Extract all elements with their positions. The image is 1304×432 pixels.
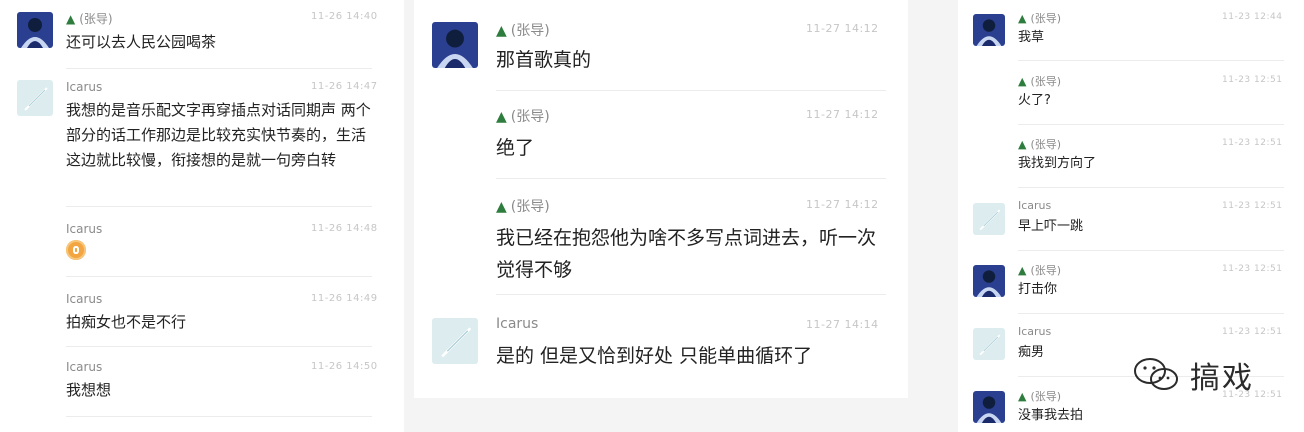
zhang-avatar[interactable] <box>973 14 1005 46</box>
message-time: 11-26 14:49 <box>311 293 378 304</box>
divider <box>496 294 886 295</box>
message-text: 绝了 <box>496 137 535 159</box>
divider <box>496 90 886 91</box>
message-text: 火了? <box>1018 93 1051 108</box>
divider <box>496 178 886 179</box>
pine-tree-icon: ▲ <box>496 23 507 39</box>
sender-name[interactable]: ▲ (张导) <box>1018 136 1061 152</box>
icarus-avatar[interactable] <box>432 318 478 364</box>
divider <box>1018 60 1284 61</box>
icarus-avatar[interactable] <box>973 328 1005 360</box>
message-text: 早上吓一跳 <box>1018 219 1084 234</box>
icarus-avatar[interactable] <box>973 203 1005 235</box>
divider <box>1018 250 1284 251</box>
message-text: 是的 但是又恰到好处 只能单曲循环了 <box>496 345 813 367</box>
message-time: 11-27 14:14 <box>806 318 879 331</box>
divider <box>66 206 372 207</box>
divider <box>1018 124 1284 125</box>
wechat-icon <box>1134 358 1178 390</box>
pine-tree-icon: ▲ <box>1018 264 1027 277</box>
pine-tree-icon: ▲ <box>1018 12 1027 25</box>
sender-name[interactable]: Icarus <box>66 80 102 94</box>
sender-name[interactable]: ▲ (张导) <box>1018 10 1061 26</box>
divider <box>1018 313 1284 314</box>
message-text: 没事我去拍 <box>1018 408 1084 423</box>
message-text: 打击你 <box>1018 282 1058 297</box>
pine-tree-icon: ▲ <box>1018 75 1027 88</box>
chat-panel-center: ▲ (张导) 11-27 14:12 那首歌真的 ▲ (张导) 11-27 14:1… <box>414 0 908 398</box>
zhang-avatar[interactable] <box>973 265 1005 297</box>
divider <box>66 68 372 69</box>
message-text: 还可以去人民公园喝茶 <box>66 33 217 51</box>
sender-name[interactable]: ▲ (张导) <box>496 196 550 216</box>
message-text: 我想的是音乐配文字再穿插点对话同期声 两个部分的话工作那边是比较充实快节奏的，生… <box>66 101 371 169</box>
zhang-avatar[interactable] <box>17 12 53 48</box>
message-text: 我想想 <box>66 381 112 399</box>
message-text: 我草 <box>1018 30 1045 45</box>
pine-tree-icon: ▲ <box>496 199 507 215</box>
chat-panel-left: ▲ (张导) 11-26 14:40 还可以去人民公园喝茶 Icarus 11-2… <box>0 0 404 432</box>
sender-name[interactable]: Icarus <box>66 292 102 306</box>
sender-name[interactable]: ▲ (张导) <box>1018 73 1061 89</box>
sender-name[interactable]: Icarus <box>66 222 102 236</box>
message-time: 11-23 12:51 <box>1222 138 1283 148</box>
message-time: 11-26 14:48 <box>311 223 378 234</box>
divider <box>1018 187 1284 188</box>
sender-name[interactable]: ▲ (张导) <box>66 10 113 27</box>
zhang-avatar[interactable] <box>432 22 478 68</box>
message-time: 11-23 12:51 <box>1222 327 1283 337</box>
sender-name[interactable]: Icarus <box>1018 199 1051 212</box>
sender-name[interactable]: Icarus <box>496 316 538 332</box>
watermark-text: 搞戏 <box>1190 361 1254 396</box>
divider <box>66 416 372 417</box>
message-time: 11-26 14:40 <box>311 11 378 22</box>
message-text: 我找到方向了 <box>1018 156 1097 171</box>
message-time: 11-26 14:50 <box>311 361 378 372</box>
message-text: 我已经在抱怨他为啥不多写点词进去，听一次觉得不够 <box>496 227 877 281</box>
message-text <box>66 240 372 268</box>
pine-tree-icon: ▲ <box>496 109 507 125</box>
message-time: 11-23 12:51 <box>1222 264 1283 274</box>
pine-tree-icon: ▲ <box>1018 138 1027 151</box>
message-text: 拍痴女也不是不行 <box>66 313 187 331</box>
icarus-avatar[interactable] <box>17 80 53 116</box>
emoji-sticker-icon <box>66 240 86 260</box>
sender-name[interactable]: Icarus <box>66 360 102 374</box>
pine-tree-icon: ▲ <box>1018 390 1027 403</box>
zhang-avatar[interactable] <box>973 391 1005 423</box>
sender-name[interactable]: ▲ (张导) <box>1018 262 1061 278</box>
divider <box>66 276 372 277</box>
message-time: 11-27 14:12 <box>806 22 879 35</box>
divider <box>66 346 372 347</box>
sender-name[interactable]: ▲ (张导) <box>1018 388 1061 404</box>
watermark: 搞戏 <box>1130 355 1254 396</box>
sender-name[interactable]: ▲ (张导) <box>496 20 550 40</box>
sender-name[interactable]: ▲ (张导) <box>496 106 550 126</box>
message-time: 11-27 14:12 <box>806 108 879 121</box>
message-time: 11-23 12:51 <box>1222 75 1283 85</box>
message-time: 11-23 12:51 <box>1222 201 1283 211</box>
sender-name[interactable]: Icarus <box>1018 325 1051 338</box>
message-time: 11-27 14:12 <box>806 198 879 211</box>
pine-tree-icon: ▲ <box>66 12 76 26</box>
message-text: 那首歌真的 <box>496 49 592 71</box>
message-time: 11-26 14:47 <box>311 81 378 92</box>
message-time: 11-23 12:44 <box>1222 12 1283 22</box>
